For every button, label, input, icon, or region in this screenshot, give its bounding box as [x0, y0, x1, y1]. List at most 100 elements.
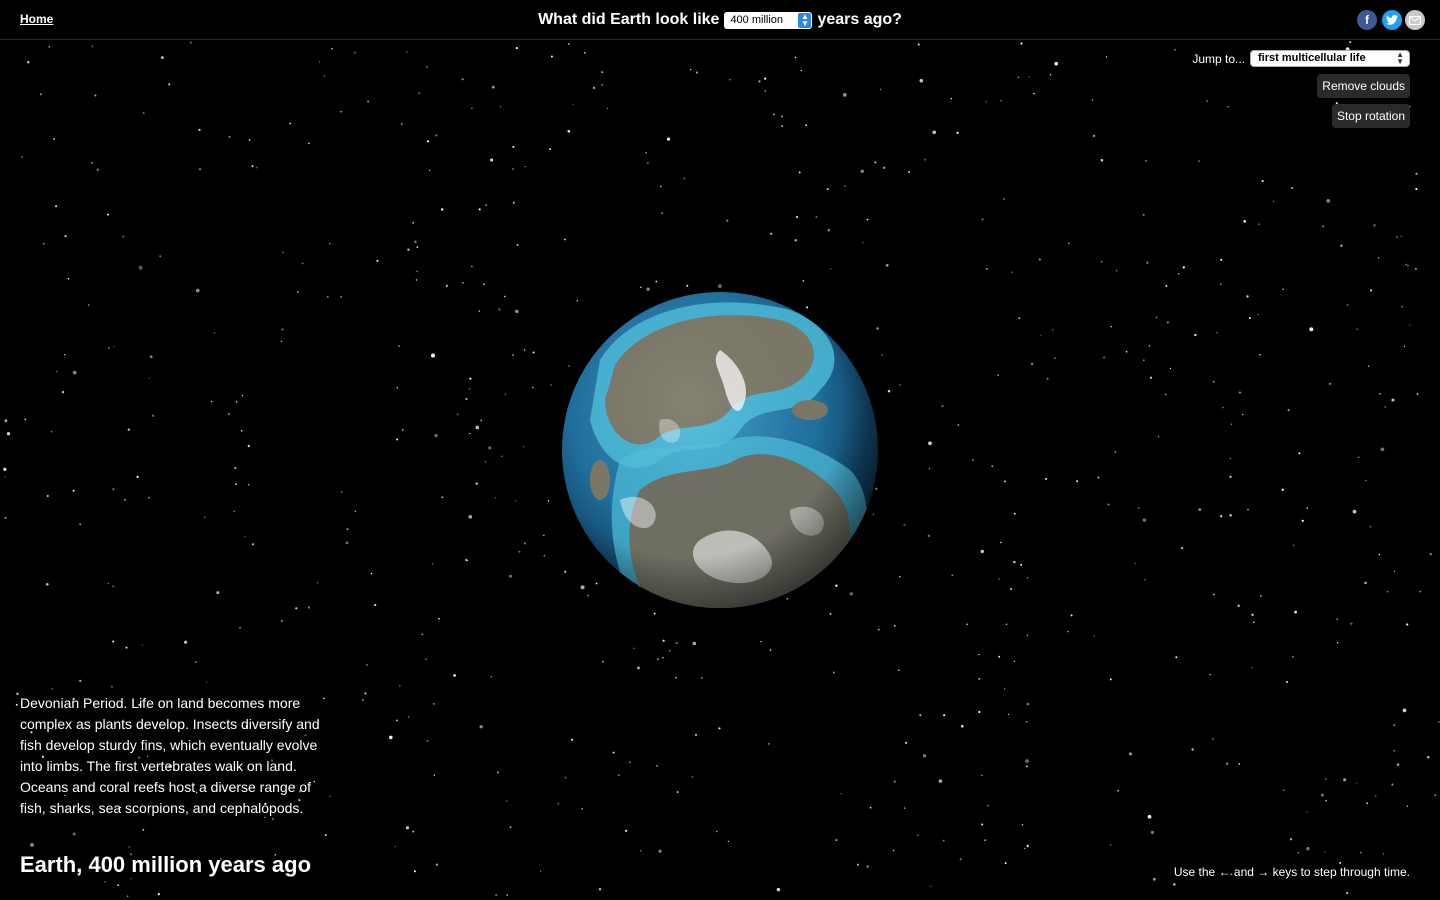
- star: [407, 716, 410, 718]
- star: [248, 484, 250, 486]
- star: [601, 660, 604, 663]
- star: [564, 776, 567, 779]
- star: [1180, 546, 1184, 550]
- star: [1109, 844, 1112, 846]
- star: [441, 496, 444, 499]
- star: [572, 103, 574, 106]
- star: [370, 572, 373, 575]
- star: [435, 134, 438, 137]
- star: [1040, 334, 1042, 337]
- star: [1336, 618, 1338, 620]
- star: [653, 612, 656, 615]
- star: [1020, 563, 1023, 566]
- remove-clouds-button[interactable]: Remove clouds: [1317, 74, 1410, 98]
- star: [509, 574, 512, 578]
- keyboard-hint: Use the ← and → keys to step through tim…: [1173, 865, 1410, 879]
- twitter-icon[interactable]: [1382, 10, 1402, 30]
- star: [981, 823, 984, 826]
- star: [374, 603, 377, 607]
- star: [1406, 264, 1409, 267]
- star: [445, 284, 448, 287]
- star: [1026, 577, 1029, 579]
- star: [1011, 271, 1013, 273]
- star: [960, 724, 964, 728]
- star: [398, 345, 400, 347]
- star: [1391, 398, 1395, 402]
- star: [758, 80, 761, 83]
- star: [50, 430, 53, 433]
- star: [1152, 877, 1156, 881]
- star: [1000, 541, 1002, 544]
- star: [388, 735, 393, 740]
- age-select[interactable]: 400 million ▲ ▼: [724, 11, 813, 29]
- star: [479, 725, 483, 729]
- star: [564, 238, 566, 241]
- star: [1352, 509, 1357, 514]
- star: [1092, 134, 1096, 138]
- star: [255, 166, 258, 169]
- star: [1251, 666, 1253, 669]
- star: [4, 476, 7, 478]
- star: [1155, 316, 1158, 319]
- star: [1416, 393, 1419, 395]
- star: [471, 265, 473, 268]
- star: [633, 647, 635, 649]
- star: [1393, 724, 1396, 727]
- earth-globe[interactable]: [560, 290, 880, 610]
- star: [1298, 452, 1301, 455]
- star: [4, 516, 7, 520]
- star: [1350, 622, 1353, 625]
- star: [1406, 805, 1409, 807]
- star: [148, 496, 150, 499]
- star: [394, 845, 397, 848]
- star: [727, 840, 730, 843]
- star: [656, 658, 660, 661]
- star: [676, 791, 679, 794]
- star: [1438, 721, 1440, 723]
- star: [1272, 200, 1275, 203]
- star: [1004, 862, 1007, 865]
- star: [769, 649, 772, 651]
- star: [1211, 737, 1214, 741]
- star: [1419, 590, 1422, 593]
- star: [432, 703, 435, 705]
- star: [1409, 324, 1411, 326]
- stop-rotation-button[interactable]: Stop rotation: [1331, 104, 1410, 128]
- headline-suffix: years ago?: [817, 11, 902, 28]
- star: [1257, 313, 1259, 316]
- star: [465, 397, 468, 401]
- star: [539, 870, 542, 873]
- star: [205, 681, 208, 683]
- star: [1401, 305, 1403, 308]
- star: [323, 75, 326, 77]
- star: [1405, 263, 1407, 266]
- star: [1377, 257, 1380, 259]
- email-icon[interactable]: [1405, 10, 1425, 30]
- star: [1142, 213, 1145, 216]
- facebook-icon[interactable]: f: [1357, 10, 1377, 30]
- star: [1403, 345, 1406, 348]
- star: [1396, 236, 1399, 239]
- star: [917, 43, 920, 46]
- star: [760, 640, 762, 643]
- star: [1384, 406, 1386, 408]
- star: [353, 51, 356, 54]
- star: [475, 482, 478, 485]
- star: [844, 185, 846, 187]
- star: [701, 677, 703, 679]
- star: [1109, 678, 1112, 681]
- star: [1434, 794, 1437, 797]
- jump-to-select[interactable]: first multicellular life ▲ ▼: [1250, 50, 1410, 67]
- star: [289, 122, 292, 125]
- star: [781, 115, 783, 118]
- star: [1415, 187, 1418, 191]
- star: [542, 534, 545, 537]
- star: [484, 461, 487, 463]
- star: [957, 424, 960, 426]
- star: [280, 619, 284, 623]
- star: [327, 296, 329, 298]
- star: [1369, 289, 1373, 292]
- star: [515, 309, 519, 314]
- star: [1026, 844, 1029, 848]
- star: [980, 549, 984, 554]
